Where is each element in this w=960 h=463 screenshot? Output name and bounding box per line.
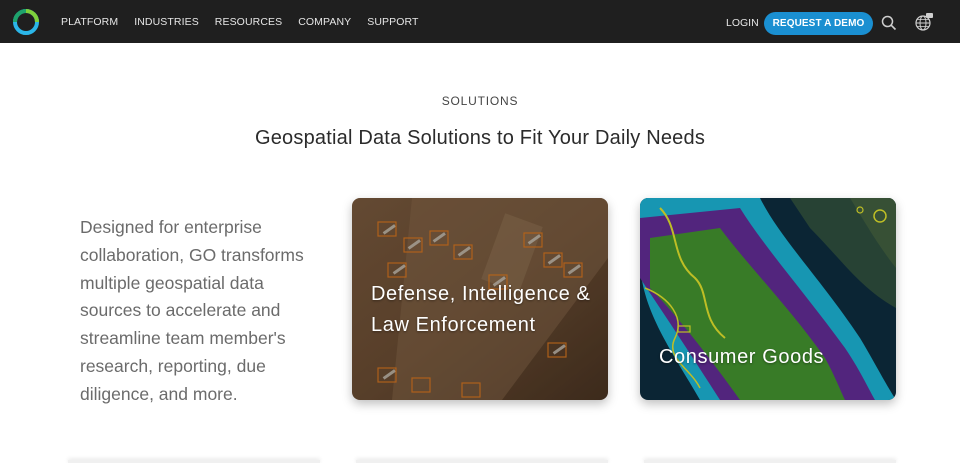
request-demo-button[interactable]: REQUEST A DEMO xyxy=(764,12,873,35)
nav-link-industries[interactable]: INDUSTRIES xyxy=(134,16,199,28)
top-navigation-bar: PLATFORM INDUSTRIES RESOURCES COMPANY SU… xyxy=(0,0,960,43)
globe-icon[interactable] xyxy=(914,12,934,32)
nav-link-support[interactable]: SUPPORT xyxy=(367,16,418,28)
solution-card-consumer-goods[interactable]: Consumer Goods xyxy=(640,198,896,400)
login-link[interactable]: LOGIN xyxy=(726,17,759,29)
section-headline: Geospatial Data Solutions to Fit Your Da… xyxy=(254,127,706,149)
solution-card-defense[interactable]: Defense, Intelligence & Law Enforcement xyxy=(352,198,608,400)
card-title: Defense, Intelligence & Law Enforcement xyxy=(371,283,591,336)
nav-link-company[interactable]: COMPANY xyxy=(298,16,351,28)
ring-logo-icon[interactable] xyxy=(12,8,40,36)
card-title: Consumer Goods xyxy=(659,346,825,368)
primary-nav-links: PLATFORM INDUSTRIES RESOURCES COMPANY SU… xyxy=(61,0,435,43)
nav-link-platform[interactable]: PLATFORM xyxy=(61,16,118,28)
section-description: Designed for enterprise collaboration, G… xyxy=(80,217,304,404)
section-eyebrow: SOLUTIONS xyxy=(441,94,519,108)
search-icon[interactable] xyxy=(881,15,897,31)
nav-link-resources[interactable]: RESOURCES xyxy=(215,16,282,28)
